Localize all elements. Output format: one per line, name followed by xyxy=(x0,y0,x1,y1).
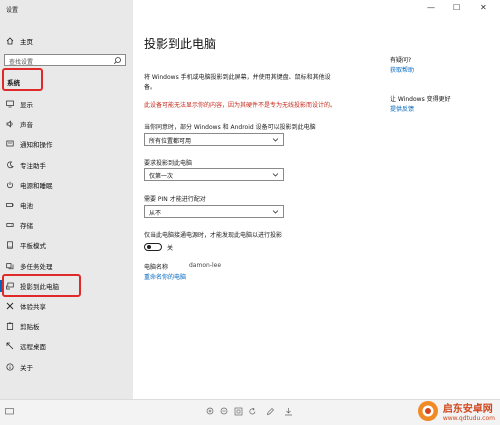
ask-to-project-label: 要求投影到此电脑 xyxy=(144,160,193,167)
sidebar-item-label: 专注助手 xyxy=(20,161,46,170)
sidebar-item-shared-experiences[interactable]: 体验共享 xyxy=(0,296,133,316)
nav-list: 显示 声音 通知和操作 专注助手 电源和睡眠 电池 存储 平板模式 多任务处理 … xyxy=(0,94,133,377)
get-help-link[interactable]: 获取帮助 xyxy=(390,65,414,74)
require-pin-dropdown[interactable]: 从不 xyxy=(144,205,284,218)
annotation-box-project xyxy=(2,274,81,297)
close-button[interactable]: ✕ xyxy=(480,3,487,12)
home-icon xyxy=(6,37,14,45)
chevron-down-icon xyxy=(272,173,279,177)
sidebar-item-label: 远程桌面 xyxy=(20,343,46,352)
storage-icon xyxy=(6,223,14,228)
info-icon xyxy=(6,362,14,371)
sidebar-item-label: 关于 xyxy=(20,363,33,372)
home-label: 主页 xyxy=(20,38,33,46)
tablet-icon xyxy=(7,241,13,249)
monitor-icon xyxy=(6,100,14,108)
sidebar-item-sound[interactable]: 声音 xyxy=(0,114,133,134)
dropdown-value: 仅第一次 xyxy=(149,173,174,180)
watermark-url: www.qdtudu.com xyxy=(442,415,495,422)
sidebar-item-about[interactable]: 关于 xyxy=(0,356,133,376)
watermark-brand: 启东安卓网 xyxy=(442,404,493,415)
zoom-in-icon[interactable] xyxy=(206,407,215,416)
search-icon[interactable] xyxy=(113,56,122,65)
sidebar-item-tablet-mode[interactable]: 平板模式 xyxy=(0,235,133,255)
share-icon xyxy=(6,302,14,310)
minimize-button[interactable]: — xyxy=(427,3,435,12)
toggle-knob xyxy=(147,245,151,249)
sidebar-item-multitasking[interactable]: 多任务处理 xyxy=(0,256,133,276)
sidebar-item-label: 电池 xyxy=(20,202,33,211)
bottom-toolbar: 启东安卓网 www.qdtudu.com xyxy=(0,399,500,425)
feedback-link[interactable]: 提供反馈 xyxy=(390,104,414,113)
moon-icon xyxy=(7,161,14,168)
fit-screen-icon[interactable] xyxy=(234,407,243,416)
app-title: 设置 xyxy=(6,7,19,14)
improve-heading: 让 Windows 变得更好 xyxy=(390,96,451,103)
sidebar-item-notifications[interactable]: 通知和操作 xyxy=(0,134,133,154)
watermark: 启东安卓网 www.qdtudu.com xyxy=(417,400,495,422)
sidebar-item-label: 声音 xyxy=(20,121,33,130)
maximize-button[interactable]: ☐ xyxy=(453,3,460,12)
sidebar-item-label: 体验共享 xyxy=(20,302,46,311)
multitask-icon xyxy=(6,262,14,269)
edit-icon[interactable] xyxy=(266,407,275,416)
download-icon[interactable] xyxy=(284,407,293,416)
zoom-out-icon[interactable] xyxy=(220,407,229,416)
sidebar-item-label: 多任务处理 xyxy=(20,262,53,271)
battery-icon xyxy=(6,203,14,207)
sidebar-item-label: 显示 xyxy=(20,101,33,110)
watermark-logo xyxy=(417,401,438,421)
search-input[interactable]: 查找设置 xyxy=(4,54,126,66)
rotate-icon[interactable] xyxy=(248,407,257,416)
page-title: 投影到此电脑 xyxy=(144,37,217,51)
toggle-state: 关 xyxy=(167,245,174,252)
clipboard-icon xyxy=(6,322,14,331)
sidebar-item-remote-desktop[interactable]: 远程桌面 xyxy=(0,336,133,356)
sidebar: 设置 主页 查找设置 系统 显示 声音 通知和操作 专注助手 电源和睡眠 电池 … xyxy=(0,0,133,399)
sidebar-item-power-sleep[interactable]: 电源和睡眠 xyxy=(0,175,133,195)
power-only-label: 仅当此电脑接通电源时，才能发现此电脑以进行投影 xyxy=(144,232,283,239)
notification-icon xyxy=(6,141,14,147)
sidebar-item-label: 存储 xyxy=(20,222,33,231)
search-placeholder: 查找设置 xyxy=(9,59,34,66)
sidebar-item-battery[interactable]: 电池 xyxy=(0,195,133,215)
speaker-icon xyxy=(6,120,13,128)
pc-name-label: 电脑名称 xyxy=(144,264,169,271)
chevron-down-icon xyxy=(272,138,279,142)
availability-dropdown[interactable]: 所有位置都可用 xyxy=(144,133,284,146)
questions-heading: 有疑问? xyxy=(390,57,412,64)
rename-pc-link[interactable]: 重命名你的电脑 xyxy=(144,272,186,281)
pc-name-value: damon-lee xyxy=(189,262,222,269)
page-description: 将 Windows 手机或电脑投影到此屏幕，并使用其键盘、鼠标和其他设备。 xyxy=(144,74,331,91)
power-icon xyxy=(7,181,13,188)
sidebar-item-label: 通知和操作 xyxy=(20,141,53,150)
sidebar-item-label: 剪贴板 xyxy=(20,323,40,332)
sidebar-item-display[interactable]: 显示 xyxy=(0,94,133,114)
dropdown-value: 所有位置都可用 xyxy=(149,138,192,145)
annotation-box-system xyxy=(2,68,43,91)
ask-to-project-dropdown[interactable]: 仅第一次 xyxy=(144,168,284,181)
nav-home[interactable]: 主页 xyxy=(6,36,33,46)
warning-text: 此设备可能无法显示你的内容，因为其硬件不是专为无线投影而设计的。 xyxy=(144,102,337,109)
availability-label: 当你同意时，部分 Windows 和 Android 设备可以投影到此电脑 xyxy=(144,124,316,131)
chevron-down-icon xyxy=(272,210,279,214)
remote-icon xyxy=(6,342,14,350)
sidebar-item-clipboard[interactable]: 剪贴板 xyxy=(0,316,133,336)
require-pin-label: 需要 PIN 才能进行配对 xyxy=(144,196,206,203)
sidebar-item-focus-assist[interactable]: 专注助手 xyxy=(0,155,133,175)
screen-icon[interactable] xyxy=(5,407,14,416)
sidebar-item-storage[interactable]: 存储 xyxy=(0,215,133,235)
sidebar-item-label: 电源和睡眠 xyxy=(20,181,53,190)
power-only-toggle[interactable] xyxy=(144,243,162,251)
main-panel: — ☐ ✕ 投影到此电脑 将 Windows 手机或电脑投影到此屏幕，并使用其键… xyxy=(133,0,500,399)
dropdown-value: 从不 xyxy=(149,210,162,217)
sidebar-item-label: 平板模式 xyxy=(20,242,46,251)
